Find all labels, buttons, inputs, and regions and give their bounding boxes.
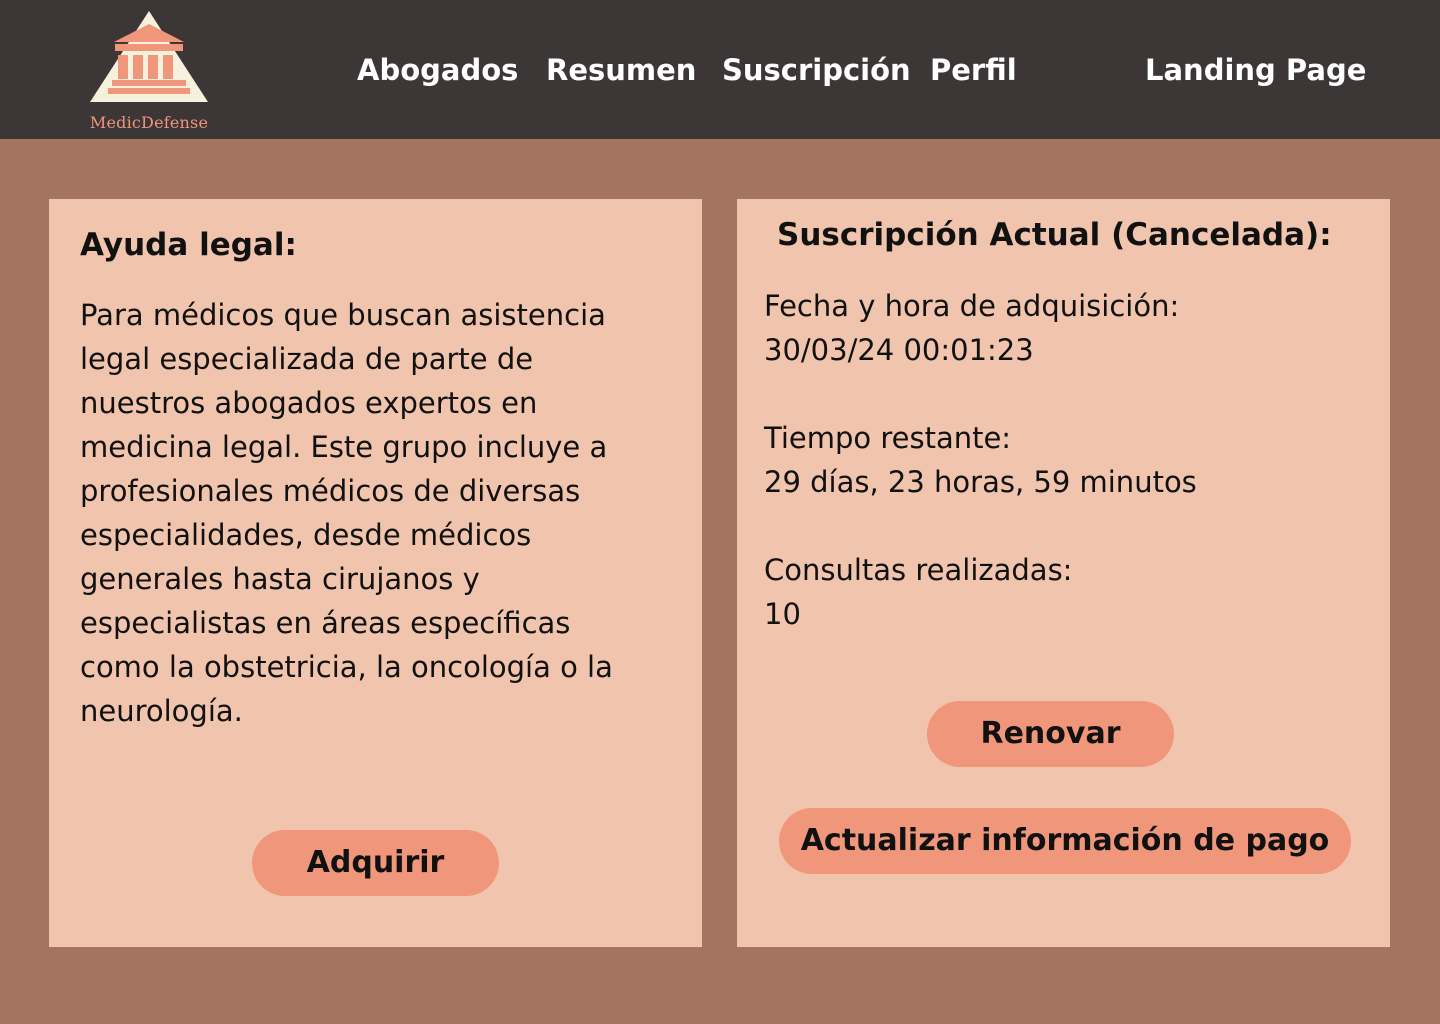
description-line: nuestros abogados expertos en — [80, 386, 538, 420]
brand-logo[interactable]: MedicDefense — [86, 8, 212, 138]
nav-link-perfil[interactable]: Perfil — [930, 50, 1017, 90]
nav-link-abogados[interactable]: Abogados — [357, 50, 518, 90]
consults-block: Consultas realizadas: 10 — [764, 548, 1072, 636]
purchase-date-block: Fecha y hora de adquisición: 30/03/24 00… — [764, 284, 1179, 372]
top-navigation-bar: MedicDefense Abogados Resumen Suscripció… — [0, 0, 1440, 139]
description-line: especialidades, desde médicos — [80, 518, 532, 552]
legal-help-title: Ayuda legal: — [80, 227, 297, 263]
description-line: legal especializada de parte de — [80, 342, 534, 376]
description-line: neurología. — [80, 694, 243, 728]
nav-link-suscripcion[interactable]: Suscripción — [722, 50, 911, 90]
description-line: especialistas en áreas específicas — [80, 606, 571, 640]
legal-help-card: Ayuda legal: Para médicos que buscan asi… — [49, 199, 702, 947]
subscription-title: Suscripción Actual (Cancelada): — [777, 217, 1332, 253]
description-line: medicina legal. Este grupo incluye a — [80, 430, 608, 464]
courthouse-icon — [90, 11, 208, 102]
consults-label: Consultas realizadas: — [764, 553, 1073, 587]
update-payment-button[interactable]: Actualizar información de pago — [779, 808, 1351, 874]
description-line: generales hasta cirujanos y — [80, 562, 480, 596]
description-line: como la obstetricia, la oncología o la — [80, 650, 613, 684]
renew-button[interactable]: Renovar — [927, 701, 1174, 767]
acquire-button[interactable]: Adquirir — [252, 830, 499, 896]
purchase-date-value: 30/03/24 00:01:23 — [764, 333, 1034, 367]
nav-link-resumen[interactable]: Resumen — [546, 50, 696, 90]
description-line: profesionales médicos de diversas — [80, 474, 581, 508]
current-subscription-card: Suscripción Actual (Cancelada): Fecha y … — [737, 199, 1390, 947]
remaining-time-label: Tiempo restante: — [764, 421, 1012, 455]
remaining-time-block: Tiempo restante: 29 días, 23 horas, 59 m… — [764, 416, 1197, 504]
consults-value: 10 — [764, 597, 801, 631]
description-line: Para médicos que buscan asistencia — [80, 298, 606, 332]
remaining-time-value: 29 días, 23 horas, 59 minutos — [764, 465, 1197, 499]
nav-link-landing-page[interactable]: Landing Page — [1145, 50, 1366, 90]
legal-help-description: Para médicos que buscan asistencia legal… — [80, 293, 680, 733]
brand-name: MedicDefense — [89, 113, 209, 132]
purchase-date-label: Fecha y hora de adquisición: — [764, 289, 1180, 323]
